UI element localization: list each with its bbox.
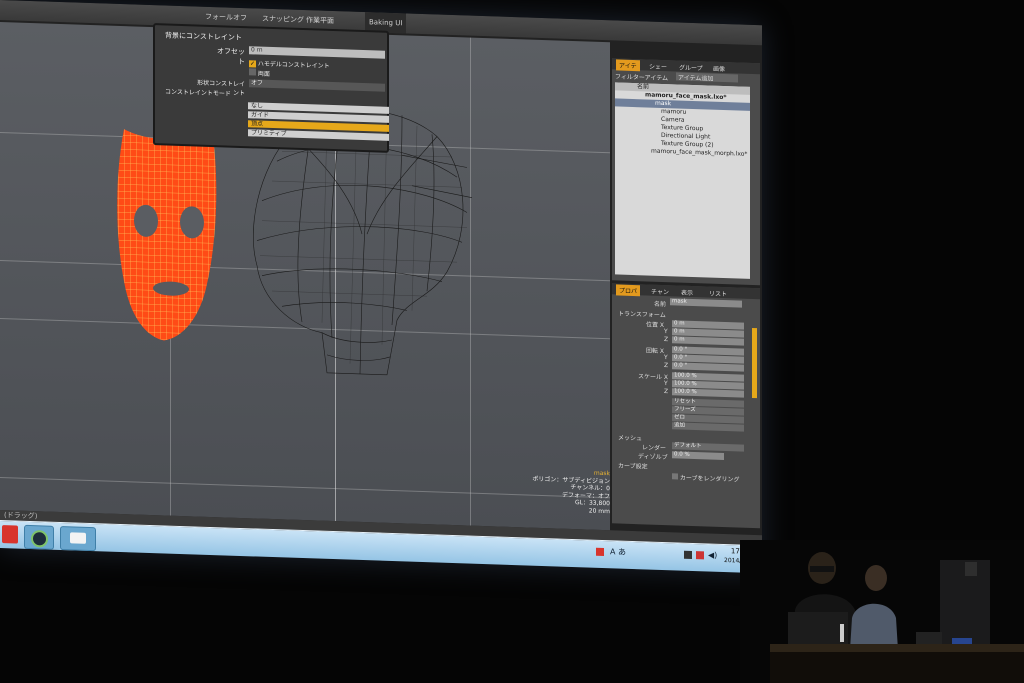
rotation-y-label: Y (664, 354, 668, 362)
name-label: 名前 (654, 300, 667, 309)
offset-field[interactable]: 0 m (249, 46, 385, 59)
rotation-label: 回転 X (646, 347, 665, 356)
position-label: 位置 X (646, 321, 665, 330)
filter-label: フィルターアイテム (615, 73, 669, 83)
presenters-scene (740, 540, 1024, 683)
constraint-mode-label: コンストレイントモード (165, 88, 231, 98)
rotation-z-field[interactable]: 0.0 ° (672, 362, 744, 372)
item-tree[interactable]: 名前 mamoru_face_mask.lxo* mask mamoru Cam… (615, 82, 750, 279)
app-icon-modo[interactable] (24, 524, 54, 550)
flag-icon[interactable] (696, 551, 704, 560)
double-sided-checkbox[interactable]: 両面 (249, 68, 270, 78)
tab-channels[interactable]: チャン (648, 285, 672, 297)
properties-scrollbar[interactable] (752, 327, 757, 399)
add-button[interactable]: 追加 (672, 422, 744, 432)
projected-screen: フォールオフ スナッピング 作業平面 Baking UI mask ポリゴン：サ… (0, 0, 762, 574)
tab-list[interactable]: リスト (706, 287, 730, 299)
scale-z-label: Z (664, 388, 669, 396)
app-icon-explorer[interactable] (60, 525, 96, 552)
volume-icon[interactable]: ◀) (708, 550, 717, 559)
name-field[interactable]: mask (670, 298, 742, 308)
add-item-dropdown[interactable]: アイテム追加 (676, 72, 738, 83)
curve-settings-label: カーブ設定 (618, 462, 648, 471)
dissolve-field[interactable]: 0.0 % (672, 451, 724, 461)
items-panel: アイテ シェー グループ 画像 フィルターアイテム アイテム追加 名前 mamo… (612, 58, 760, 286)
app-icon-red[interactable] (2, 525, 18, 544)
popup-title: 背景にコンストレイント (165, 31, 242, 43)
offset-label: オフセット (217, 47, 245, 67)
transform-label: トランスフォーム (618, 310, 666, 320)
scale-y-label: Y (664, 380, 668, 388)
properties-panel: プロパ チャン 表示 リスト 名前 mask トランスフォーム 位置 X Y Z… (612, 283, 760, 529)
render-curves-label: カーブをレンダリング (679, 474, 740, 484)
empty-checkbox-icon (672, 473, 678, 480)
render-curves-checkbox[interactable]: カーブをレンダリング (672, 472, 740, 484)
empty-checkbox-icon (249, 68, 256, 76)
ime-icon[interactable]: A あ (610, 546, 626, 558)
scale-z-field[interactable]: 100.0 % (672, 388, 744, 398)
double-sided-label: 両面 (257, 70, 270, 78)
tab-display[interactable]: 表示 (678, 286, 696, 298)
position-z-field[interactable]: 0 m (672, 336, 744, 346)
rotation-z-label: Z (664, 362, 669, 370)
shape-constraint-select[interactable]: オフ (249, 79, 385, 92)
dissolve-label: ディゾルブ (638, 453, 668, 462)
constraint-popup[interactable]: 背景にコンストレイント オフセット 0 m ✓ ハモデルコンストレイント 両面 … (153, 23, 389, 153)
tab-properties[interactable]: プロパ (616, 284, 641, 297)
tab-images[interactable]: 画像 (710, 63, 728, 75)
render-select[interactable]: デフォルト (672, 442, 744, 452)
checkmark-icon: ✓ (249, 60, 256, 68)
modo-logo-icon (30, 530, 48, 548)
mask-wireframe (117, 129, 217, 341)
tab-shader[interactable]: シェー (646, 60, 670, 72)
folder-icon (70, 532, 86, 544)
properties-tabs: プロパ チャン 表示 リスト (612, 283, 760, 300)
position-z-label: Z (664, 336, 669, 344)
network-icon[interactable] (684, 550, 692, 559)
tray-icon-red[interactable] (596, 547, 604, 557)
viewport-info: mask ポリゴン：サブディビジョン チャンネル：0 デフォーマ：オフ GL：3… (520, 467, 610, 515)
position-y-label: Y (664, 328, 668, 336)
mesh-label: メッシュ (618, 434, 643, 443)
tab-items[interactable]: アイテ (616, 59, 640, 72)
